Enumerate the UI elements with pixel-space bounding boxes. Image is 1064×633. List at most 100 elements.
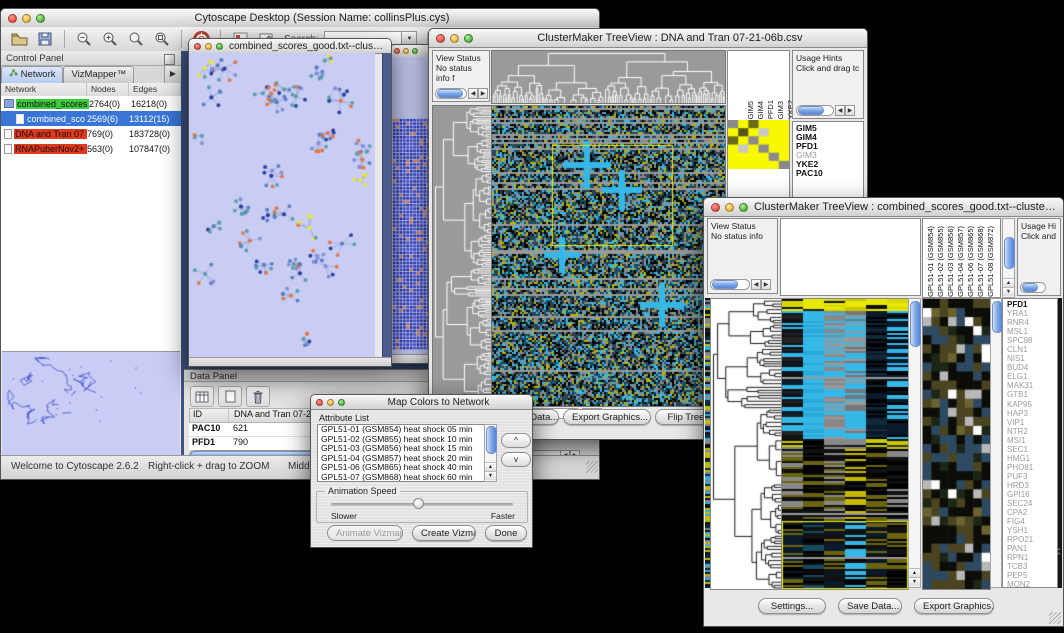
zoom-heatmap[interactable] [922,298,991,590]
network-overview-thumbnail[interactable] [2,352,180,456]
usage-hints-hscrollbar[interactable]: ◀▶ [796,105,834,116]
attribute-list[interactable]: GPL51-01 (GSM854) heat shock 05 minGPL51… [317,424,497,482]
row-label[interactable]: SEC24 [1007,499,1057,508]
network-tree-row[interactable]: combined_scores2764(0)16218(0) [1,96,181,111]
zoom-button[interactable] [739,203,748,212]
row-label[interactable]: FIG4 [1007,517,1057,526]
move-up-button[interactable]: ^ [501,433,531,448]
settings-button[interactable]: Settings... [758,598,826,614]
row-label[interactable]: PAC10 [796,169,863,178]
row-label[interactable]: KAP95 [1007,400,1057,409]
row-dendrogram[interactable] [710,298,782,590]
row-label[interactable]: BUD4 [1007,363,1057,372]
scroll-right-arrow[interactable]: ▶ [761,279,771,290]
row-label[interactable]: NIS1 [1007,354,1057,363]
column-header-edges[interactable]: Edges [129,83,181,96]
id-column-header[interactable]: ID [190,409,229,422]
animate-vizmap-button[interactable]: Animate Vizmap [327,525,403,541]
scroll-down-arrow[interactable]: ▼ [909,577,920,586]
global-heatmap[interactable] [491,105,726,407]
network-name[interactable]: combined_sco [26,114,87,124]
zoom-selected-icon[interactable] [126,30,146,48]
zoom-vscrollbar[interactable] [990,298,1002,588]
row-label[interactable]: PFD1 [1007,300,1057,309]
minimize-button[interactable] [403,48,409,54]
tab-vizmapper[interactable]: VizMapper™ [63,66,134,83]
row-label[interactable]: GTB1 [1007,390,1057,399]
resize-grip[interactable] [586,461,598,473]
scroll-thumb[interactable] [437,89,463,98]
close-button[interactable] [8,14,17,23]
row-label[interactable]: VIP1 [1007,418,1057,427]
tab-network[interactable]: Network [1,66,63,83]
row-label[interactable]: SPC98 [1007,336,1057,345]
zoom-heatmap-matrix[interactable] [728,120,789,169]
dialog-titlebar[interactable]: Map Colors to Network [311,395,532,410]
scroll-thumb[interactable] [1004,237,1015,269]
network-vscrollbar[interactable] [382,53,391,358]
zoom-button[interactable] [412,48,418,54]
row-label[interactable]: HAP3 [1007,409,1057,418]
scroll-down-arrow[interactable]: ▼ [485,471,496,480]
delete-attribute-icon[interactable] [246,386,270,407]
row-label[interactable]: YRA1 [1007,309,1057,318]
scroll-right-arrow[interactable]: ▶ [845,105,855,116]
scroll-left-arrow[interactable]: ◀ [835,105,845,116]
row-label[interactable]: CPA2 [1007,508,1057,517]
scroll-right-arrow[interactable]: ▶ [478,88,488,99]
save-button[interactable] [35,30,55,48]
open-file-button[interactable] [9,30,29,48]
close-button[interactable] [436,34,445,43]
row-label[interactable]: NTR2 [1007,427,1057,436]
main-titlebar[interactable]: Cytoscape Desktop (Session Name: collins… [1,9,599,28]
row-label[interactable]: CLN1 [1007,345,1057,354]
move-down-button[interactable]: v [501,452,531,467]
row-label[interactable]: SEC1 [1007,445,1057,454]
row-label[interactable]: RNR4 [1007,318,1057,327]
row-label[interactable]: ELG1 [1007,372,1057,381]
speed-slider-thumb[interactable] [413,498,424,509]
close-button[interactable] [711,203,720,212]
network-hscrollbar[interactable] [189,357,391,366]
network-tree-row[interactable]: DNA and Tran 07769(0)183728(0) [1,126,181,141]
zoom-button[interactable] [216,43,223,50]
zoom-fit-icon[interactable] [152,30,172,48]
list-item[interactable]: GPL51-07 (GSM868) heat shock 60 min [318,473,496,482]
hidden-window-hscrollbar[interactable] [391,354,431,363]
scroll-up-arrow[interactable]: ▲ [1003,278,1014,287]
row-label[interactable]: HRD3 [1007,481,1057,490]
zoom-out-icon[interactable] [74,30,94,48]
row-label[interactable]: RPN1 [1007,553,1057,562]
usage-hints-hscrollbar[interactable] [1020,282,1046,293]
row-label[interactable]: PEP5 [1007,571,1057,580]
create-vizmap-button[interactable]: Create Vizmap [412,525,476,541]
gene-label-list[interactable]: PFD1YRA1RNR4MSL1SPC98CLN1NIS1BUD4ELG1MAK… [1002,298,1058,588]
row-label[interactable]: MSL1 [1007,327,1057,336]
dense-network-grid-view[interactable] [392,57,430,355]
heatmap-vscrollbar[interactable]: ▲▼ [908,298,921,588]
network-name[interactable]: DNA and Tran 07 [14,129,87,139]
treeview2-titlebar[interactable]: ClusterMaker TreeView : combined_scores_… [704,198,1063,217]
float-panel-icon[interactable] [164,54,175,65]
row-label[interactable]: YSH1 [1007,526,1057,535]
gene-list-scroll-arrows[interactable]: ▲▼ [1056,546,1062,568]
export-graphics-button[interactable]: Export Graphics... [563,409,651,425]
scroll-left-arrow[interactable]: ◀ [751,279,761,290]
zoom-in-icon[interactable] [100,30,120,48]
network-window-titlebar[interactable]: combined_scores_good.txt--cluste... [189,39,391,54]
export-graphics-button[interactable]: Export Graphics... [914,598,994,614]
gene-list-vscrollbar[interactable] [1058,298,1062,588]
network-name[interactable]: RNAPuberNov2+ [14,144,87,154]
close-button[interactable] [194,43,201,50]
tab-overflow-arrow[interactable]: ▶ [164,66,181,83]
save-data-button[interactable]: Save Data... [838,598,902,614]
resize-grip[interactable] [1049,612,1061,624]
row-label[interactable]: PUF3 [1007,472,1057,481]
row-label[interactable]: MSI1 [1007,436,1057,445]
row-label[interactable]: PHO81 [1007,463,1057,472]
column-header-nodes[interactable]: Nodes [87,83,129,96]
minimize-button[interactable] [725,203,734,212]
column-dendrogram[interactable] [491,50,726,104]
attribute-list-vscrollbar[interactable]: ▲▼ [484,424,497,482]
row-label[interactable]: TCB3 [1007,562,1057,571]
